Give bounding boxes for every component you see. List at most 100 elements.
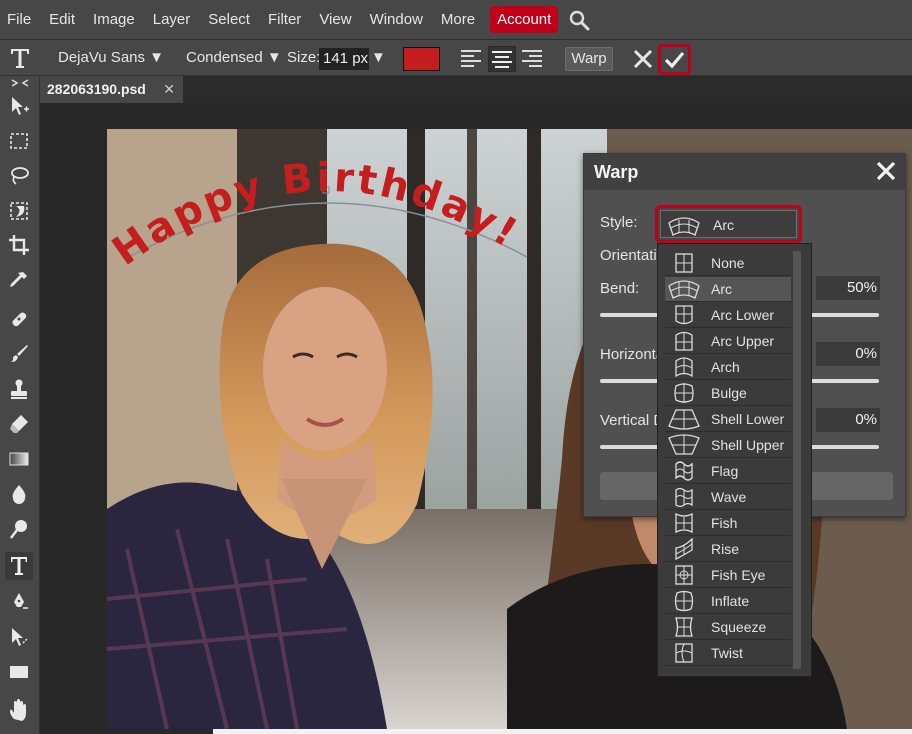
shell-upper-warp-icon bbox=[668, 434, 700, 455]
text-color-swatch[interactable] bbox=[403, 47, 440, 71]
style-option-rise[interactable]: Rise bbox=[665, 537, 791, 562]
menu-file[interactable]: File bbox=[0, 5, 40, 35]
style-option-flag[interactable]: Flag bbox=[665, 459, 791, 484]
account-button[interactable]: Account bbox=[490, 6, 559, 33]
style-option-twist[interactable]: Twist bbox=[665, 641, 791, 666]
style-option-fish-eye[interactable]: Fish Eye bbox=[665, 563, 791, 588]
bandage-icon bbox=[12, 312, 27, 327]
document-tab-title: 282063190.psd bbox=[47, 81, 146, 97]
warp-dialog-header: Warp bbox=[584, 154, 905, 190]
style-option-label: Bulge bbox=[711, 385, 747, 401]
style-option-label: Fish Eye bbox=[711, 567, 766, 583]
style-option-label: Flag bbox=[711, 463, 739, 479]
style-option-label: Twist bbox=[711, 645, 743, 661]
style-option-label: Inflate bbox=[711, 593, 750, 609]
path-selection-icon bbox=[12, 628, 29, 646]
hand-tool[interactable] bbox=[5, 696, 33, 724]
style-option-label: Shell Lower bbox=[711, 411, 785, 427]
style-option-bulge[interactable]: Bulge bbox=[665, 381, 791, 406]
lasso-tool[interactable] bbox=[5, 162, 33, 190]
type-tool[interactable] bbox=[5, 552, 33, 580]
style-option-arc-lower[interactable]: Arc Lower bbox=[665, 303, 791, 328]
horizontal-distortion-input[interactable]: 0% bbox=[816, 342, 880, 366]
options-bar: DejaVu Sans ▼ Condensed ▼ Size: 141 px ▼… bbox=[0, 40, 912, 76]
style-option-label: Arch bbox=[711, 359, 740, 375]
align-center-button[interactable] bbox=[488, 46, 516, 72]
font-style-select[interactable]: Condensed ▼ bbox=[186, 40, 282, 76]
font-family-select[interactable]: DejaVu Sans ▼ bbox=[58, 40, 164, 76]
menu-filter[interactable]: Filter bbox=[259, 5, 310, 35]
brush-tool[interactable] bbox=[5, 340, 33, 368]
style-option-fish[interactable]: Fish bbox=[665, 511, 791, 536]
style-option-label: Arc Lower bbox=[711, 307, 775, 323]
size-dropdown-arrow[interactable]: ▼ bbox=[371, 40, 386, 76]
close-tab-icon[interactable]: ✕ bbox=[163, 76, 175, 103]
commit-button[interactable] bbox=[658, 44, 691, 75]
hand-icon bbox=[10, 699, 26, 721]
crop-icon bbox=[9, 235, 29, 255]
type-icon bbox=[11, 557, 27, 575]
align-right-icon[interactable] bbox=[522, 49, 542, 67]
twist-warp-icon bbox=[675, 643, 693, 663]
brush-icon bbox=[11, 345, 28, 362]
style-option-label: Arc bbox=[711, 281, 732, 297]
align-center-icon bbox=[492, 51, 512, 68]
crop-tool[interactable] bbox=[5, 231, 33, 259]
gradient-icon bbox=[9, 452, 29, 466]
size-input[interactable]: 141 px bbox=[319, 48, 369, 70]
cancel-icon[interactable] bbox=[633, 49, 653, 69]
eraser-tool[interactable] bbox=[5, 410, 33, 438]
menu-window[interactable]: Window bbox=[361, 5, 432, 35]
menu-layer[interactable]: Layer bbox=[144, 5, 200, 35]
menu-more[interactable]: More bbox=[432, 5, 484, 35]
style-option-squeeze[interactable]: Squeeze bbox=[665, 615, 791, 640]
gradient-tool[interactable] bbox=[5, 445, 33, 473]
fish-eye-warp-icon bbox=[675, 565, 693, 585]
pen-tool[interactable] bbox=[5, 588, 33, 616]
arc-upper-warp-icon bbox=[675, 331, 693, 351]
style-option-arc-upper[interactable]: Arc Upper bbox=[665, 329, 791, 354]
dropdown-scrollbar[interactable] bbox=[793, 251, 801, 669]
flag-warp-icon bbox=[675, 461, 693, 481]
close-icon[interactable] bbox=[875, 160, 897, 182]
style-option-arch[interactable]: Arch bbox=[665, 355, 791, 380]
search-icon[interactable] bbox=[568, 9, 590, 31]
bend-label: Bend: bbox=[600, 280, 640, 297]
eyedropper-tool[interactable] bbox=[5, 266, 33, 294]
marquee-tool[interactable] bbox=[5, 127, 33, 155]
stamp-icon bbox=[11, 379, 27, 399]
collapse-panel-icon[interactable] bbox=[10, 78, 30, 88]
move-tool[interactable] bbox=[5, 92, 33, 120]
quick-selection-icon bbox=[10, 202, 28, 220]
squeeze-warp-icon bbox=[675, 617, 693, 637]
style-option-inflate[interactable]: Inflate bbox=[665, 589, 791, 614]
document-tab-bar: 282063190.psd ✕ bbox=[40, 76, 912, 103]
bend-value-input[interactable]: 50% bbox=[816, 276, 880, 300]
style-option-shell-lower[interactable]: Shell Lower bbox=[665, 407, 791, 432]
quick-selection-tool[interactable] bbox=[5, 197, 33, 225]
rectangle-shape-icon bbox=[10, 666, 28, 678]
arch-warp-icon bbox=[675, 357, 693, 378]
menu-view[interactable]: View bbox=[310, 5, 360, 35]
shape-tool[interactable] bbox=[5, 658, 33, 686]
document-tab[interactable]: 282063190.psd ✕ bbox=[40, 76, 183, 103]
dodge-tool[interactable] bbox=[5, 515, 33, 543]
healing-tool[interactable] bbox=[5, 305, 33, 333]
style-select[interactable]: Arc bbox=[655, 205, 802, 243]
clone-stamp-tool[interactable] bbox=[5, 375, 33, 403]
vertical-distortion-input[interactable]: 0% bbox=[816, 408, 880, 432]
menu-edit[interactable]: Edit bbox=[40, 5, 84, 35]
style-option-wave[interactable]: Wave bbox=[665, 485, 791, 510]
blur-tool[interactable] bbox=[5, 480, 33, 508]
style-option-none[interactable]: None bbox=[665, 251, 791, 276]
path-selection-tool[interactable] bbox=[5, 623, 33, 651]
pen-icon bbox=[14, 593, 28, 609]
warp-button[interactable]: Warp bbox=[565, 47, 613, 71]
style-option-label: None bbox=[711, 255, 745, 271]
menu-image[interactable]: Image bbox=[84, 5, 144, 35]
menu-select[interactable]: Select bbox=[199, 5, 259, 35]
style-select-value: Arc bbox=[713, 217, 734, 233]
style-option-shell-upper[interactable]: Shell Upper bbox=[665, 433, 791, 458]
style-option-arc[interactable]: Arc bbox=[665, 277, 791, 302]
align-left-icon[interactable] bbox=[461, 49, 481, 67]
